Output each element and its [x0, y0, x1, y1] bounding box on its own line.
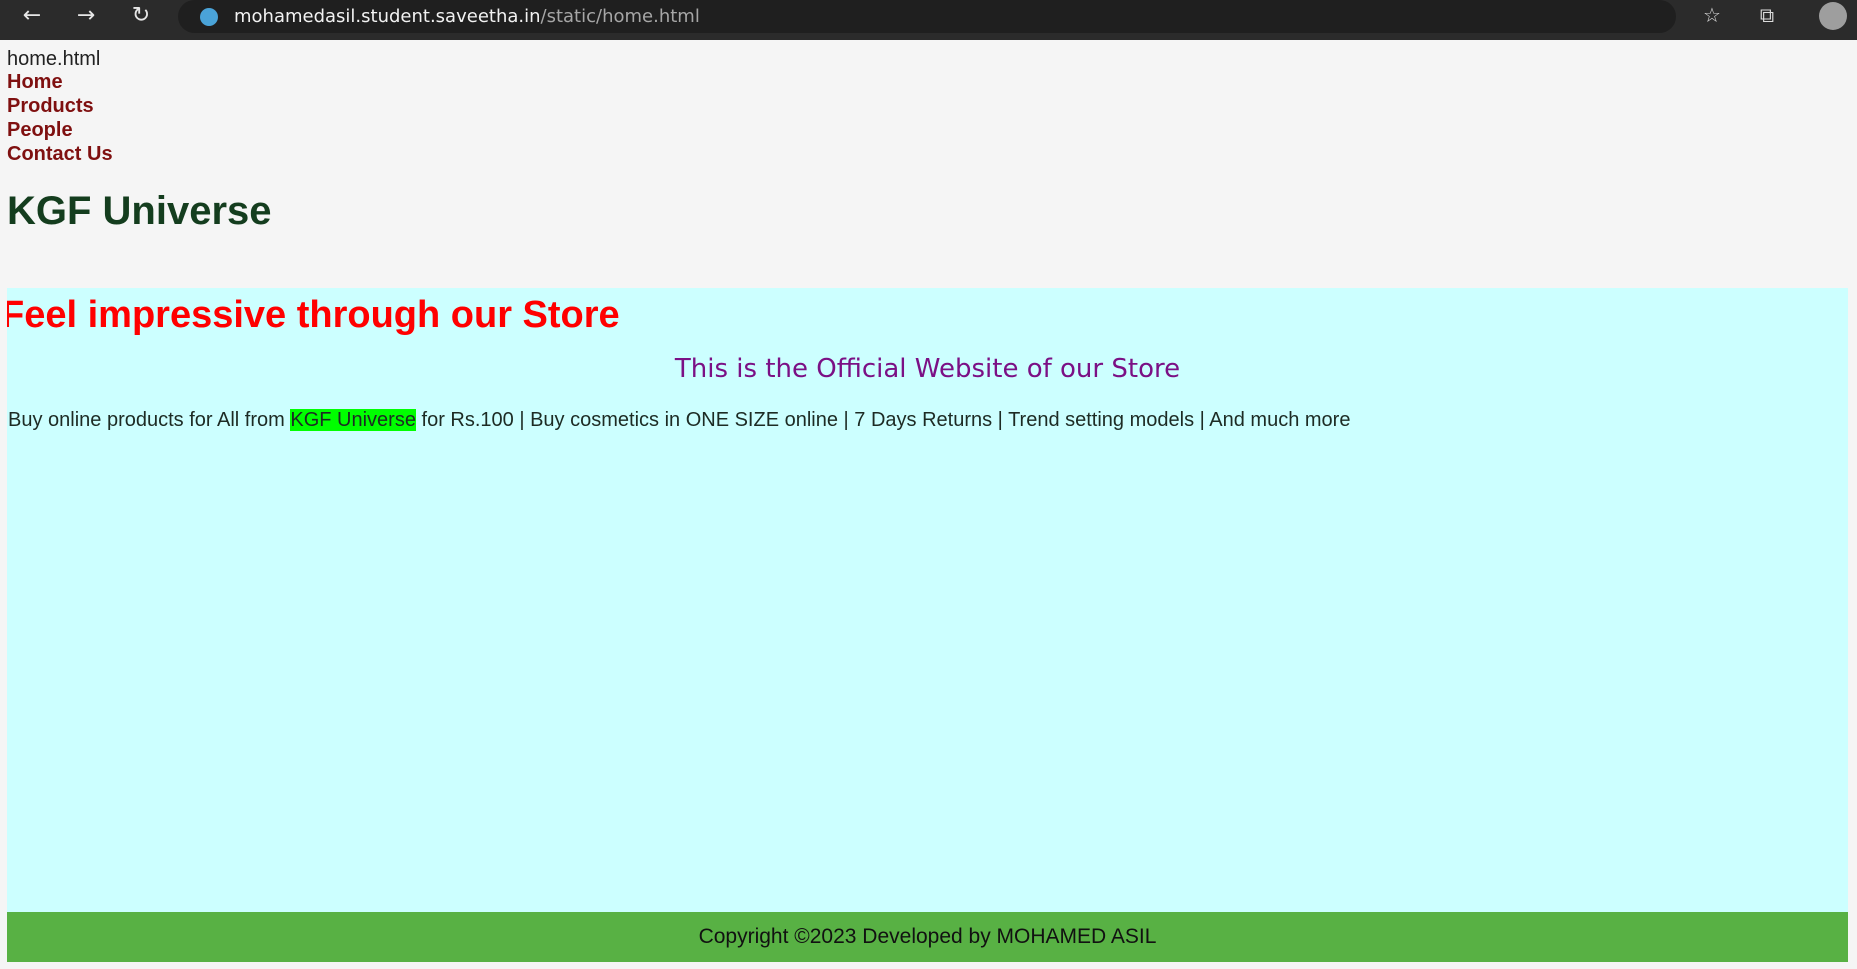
url-path: /static/home.html: [540, 6, 700, 27]
url-text: mohamedasil.student.saveetha.in/static/h…: [234, 6, 700, 27]
profile-icon[interactable]: [1819, 2, 1847, 30]
tagline-before: Buy online products for All from: [8, 409, 291, 431]
nav-link-people[interactable]: People: [7, 119, 73, 141]
forward-icon[interactable]: →: [66, 0, 106, 30]
nav-link-products[interactable]: Products: [7, 95, 94, 117]
nav-links: Home Products People Contact Us: [7, 71, 1850, 167]
address-bar[interactable]: mohamedasil.student.saveetha.in/static/h…: [178, 0, 1676, 33]
copyright-text: Copyright ©2023 Developed by MOHAMED ASI…: [698, 925, 1157, 948]
tagline-highlight: KGF Universe: [290, 409, 416, 431]
tagline-after: for Rs.100 | Buy cosmetics in ONE SIZE o…: [415, 409, 1351, 431]
collections-icon[interactable]: ⧉: [1747, 0, 1787, 30]
page-header: home.html Home Products People Contact U…: [7, 48, 1850, 233]
footer: Copyright ©2023 Developed by MOHAMED ASI…: [7, 912, 1848, 962]
back-icon[interactable]: ←: [12, 0, 52, 30]
browser-toolbar: ← → ↻ mohamedasil.student.saveetha.in/st…: [0, 0, 1857, 40]
marquee-text: Feel impressive through our Store: [7, 294, 620, 336]
site-title: KGF Universe: [7, 189, 272, 233]
nav-link-contact-us[interactable]: Contact Us: [7, 143, 113, 165]
site-icon: [200, 7, 218, 26]
tagline: Buy online products for All from KGF Uni…: [8, 409, 1350, 432]
nav-link-home[interactable]: Home: [7, 71, 63, 93]
favorites-icon[interactable]: ☆: [1692, 0, 1732, 30]
content-section: Feel impressive through our Store This i…: [7, 288, 1848, 913]
reload-icon[interactable]: ↻: [121, 0, 161, 30]
url-host: mohamedasil.student.saveetha.in: [234, 6, 541, 27]
file-label: home.html: [7, 48, 101, 70]
official-text: This is the Official Website of our Stor…: [674, 354, 1181, 384]
